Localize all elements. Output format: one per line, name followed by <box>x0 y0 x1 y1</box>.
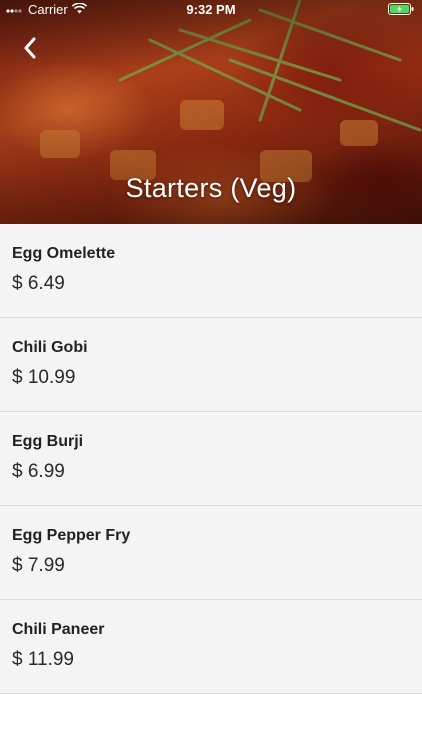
status-time: 9:32 PM <box>186 2 236 17</box>
status-bar: Carrier 9:32 PM <box>0 0 422 20</box>
battery-charging-icon <box>388 3 414 18</box>
page-title: Starters (Veg) <box>125 173 297 203</box>
menu-item[interactable]: Egg Omelette $ 6.49 <box>0 224 422 318</box>
menu-item-price: $ 6.49 <box>12 273 65 294</box>
menu-list: Egg Omelette $ 6.49 Chili Gobi $ 10.99 E… <box>0 224 422 694</box>
menu-item-price: $ 11.99 <box>12 649 74 670</box>
menu-item-name: Egg Pepper Fry <box>12 527 131 544</box>
menu-item-price: $ 10.99 <box>12 367 76 388</box>
menu-item[interactable]: Chili Paneer $ 11.99 <box>0 600 422 694</box>
menu-item-name: Chili Gobi <box>12 339 88 356</box>
menu-item[interactable]: Egg Burji $ 6.99 <box>0 412 422 506</box>
back-button[interactable] <box>16 36 44 64</box>
chevron-left-icon <box>22 37 38 64</box>
menu-item[interactable]: Chili Gobi $ 10.99 <box>0 318 422 412</box>
menu-item-price: $ 7.99 <box>12 555 65 576</box>
menu-item-price: $ 6.99 <box>12 461 65 482</box>
menu-item-name: Chili Paneer <box>12 621 105 638</box>
menu-item-name: Egg Omelette <box>12 245 116 262</box>
menu-item-name: Egg Burji <box>12 433 84 450</box>
menu-item[interactable]: Egg Pepper Fry $ 7.99 <box>0 506 422 600</box>
